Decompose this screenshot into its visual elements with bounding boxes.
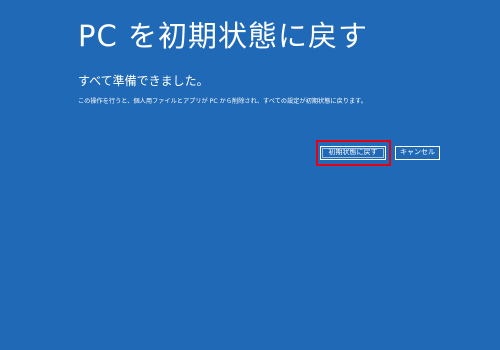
warning-description: この操作を行うと、個人用ファイルとアプリが PC から削除され、すべての設定が初… (78, 98, 367, 105)
reset-pc-screen: PC を初期状態に戻す すべて準備できました。 この操作を行うと、個人用ファイル… (0, 0, 500, 350)
reset-button[interactable]: 初期状態に戻す (320, 146, 386, 160)
cancel-button[interactable]: キャンセル (395, 146, 440, 160)
ready-message: すべて準備できました。 (78, 74, 209, 88)
page-title: PC を初期状態に戻す (78, 19, 368, 53)
